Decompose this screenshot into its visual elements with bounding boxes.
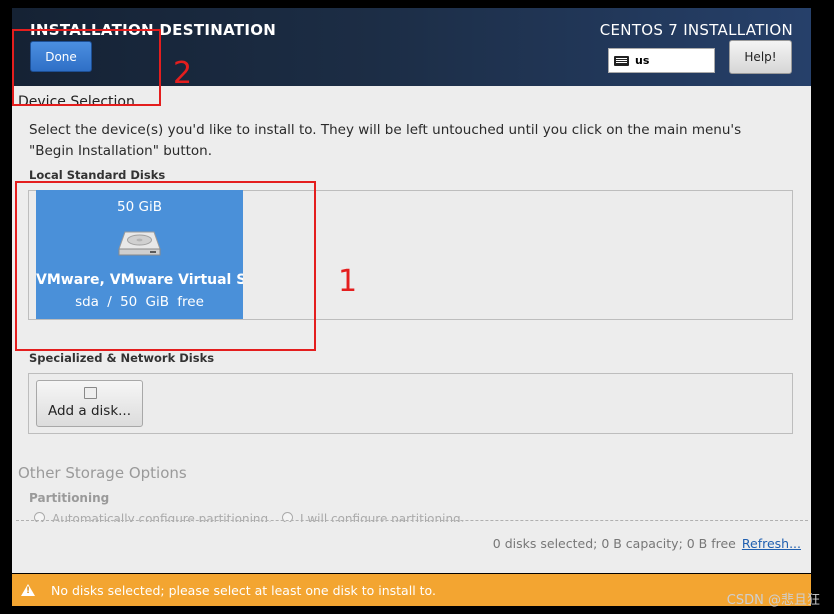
keyboard-icon [614, 55, 629, 66]
add-disk-button[interactable]: Add a disk... [36, 380, 143, 427]
local-disks-heading: Local Standard Disks [29, 168, 166, 182]
description-line-2: "Begin Installation" button. [29, 143, 213, 159]
annotation-label-1: 1 [338, 264, 358, 299]
watermark: CSDN @悲且狂 [726, 593, 820, 608]
summary-text: 0 disks selected; 0 B capacity; 0 B free [492, 536, 736, 551]
other-storage-heading: Other Storage Options [18, 464, 187, 482]
device-selection-description: Select the device(s) you'd like to insta… [29, 120, 789, 162]
keyboard-layout-label: us [635, 54, 650, 67]
add-disk-label: Add a disk... [47, 403, 132, 419]
keyboard-layout-indicator[interactable]: us [608, 48, 715, 73]
warning-icon [21, 584, 35, 596]
refresh-link[interactable]: Refresh... [742, 536, 801, 551]
warning-bar[interactable]: No disks selected; please select at leas… [12, 574, 811, 606]
product-title: CENTOS 7 INSTALLATION [599, 21, 793, 39]
annotation-box-2 [12, 29, 161, 106]
selection-summary: 0 disks selected; 0 B capacity; 0 B free… [493, 536, 801, 551]
partitioning-heading: Partitioning [29, 491, 110, 505]
add-disk-icon [84, 387, 97, 399]
annotation-box-1 [15, 181, 316, 351]
warning-message: No disks selected; please select at leas… [51, 583, 436, 598]
help-button[interactable]: Help! [729, 40, 792, 74]
network-disks-heading: Specialized & Network Disks [29, 351, 215, 365]
description-line-1: Select the device(s) you'd like to insta… [29, 122, 742, 138]
annotation-label-2: 2 [173, 56, 193, 91]
scroll-divider [16, 520, 808, 521]
